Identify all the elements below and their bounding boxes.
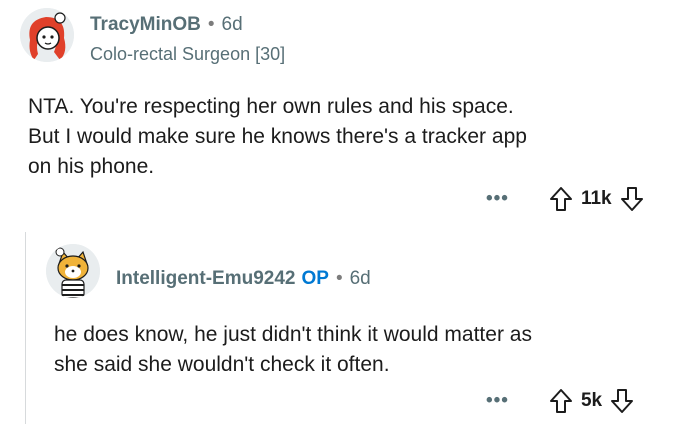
vote-score: 5k: [580, 390, 603, 411]
vote-score: 11k: [580, 188, 612, 209]
op-badge: OP: [301, 268, 329, 289]
arrow-up-outline-icon: [549, 389, 572, 413]
downvote-button[interactable]: [610, 388, 634, 414]
separator-dot: •: [335, 268, 343, 289]
arrow-down-outline-icon: [620, 187, 643, 211]
separator-dot: •: [207, 14, 215, 35]
redhead-avatar-icon: [20, 8, 74, 62]
comment-line: NTA. You're respecting her own rules and…: [28, 95, 514, 118]
comment-age: 6d: [349, 268, 371, 289]
comment-body: NTA. You're respecting her own rules and…: [28, 92, 527, 182]
user-avatar[interactable]: [20, 8, 74, 62]
shiba-avatar-icon: [46, 244, 100, 298]
arrow-up-outline-icon: [549, 187, 572, 211]
more-options-button[interactable]: •••: [486, 188, 509, 210]
arrow-down-outline-icon: [611, 389, 634, 413]
user-avatar[interactable]: [46, 244, 100, 298]
comment-line: But I would make sure he knows there's a…: [28, 125, 527, 148]
downvote-button[interactable]: [620, 186, 644, 212]
comment-meta: TracyMinOB • 6d: [90, 14, 243, 36]
comment-line: on his phone.: [28, 155, 155, 178]
comment-line: she said she wouldn't check it often.: [54, 353, 390, 376]
comment-actions: ••• 11k: [486, 186, 644, 212]
reply-meta: Intelligent-Emu9242 OP • 6d: [116, 268, 371, 290]
username[interactable]: Intelligent-Emu9242: [116, 268, 296, 289]
reply-body: he does know, he just didn't think it wo…: [54, 320, 532, 380]
upvote-button[interactable]: [549, 388, 573, 414]
comment-line: he does know, he just didn't think it wo…: [54, 323, 532, 346]
comment-age: 6d: [221, 14, 243, 35]
user-flair: Colo-rectal Surgeon [30]: [90, 44, 286, 64]
thread-line[interactable]: [25, 232, 26, 424]
upvote-button[interactable]: [549, 186, 573, 212]
username[interactable]: TracyMinOB: [90, 14, 201, 35]
reply-actions: ••• 5k: [486, 388, 634, 414]
more-options-button[interactable]: •••: [486, 390, 509, 412]
